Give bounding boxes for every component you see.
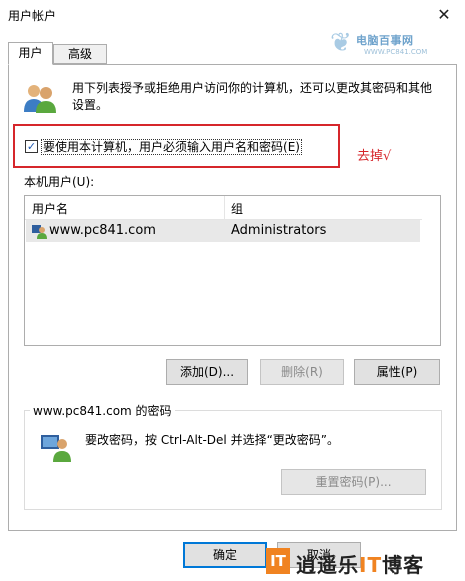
password-instructions: 要改密码，按 Ctrl-Alt-Del 并选择“更改密码”。: [85, 433, 340, 447]
tab-users[interactable]: 用户: [8, 42, 53, 65]
brand-text-post: 博客: [382, 553, 425, 577]
annotation-note: 去掉√: [357, 149, 392, 164]
watermark-brand: IT 逍遥乐IT博客: [266, 548, 465, 578]
password-group: [24, 410, 442, 510]
require-login-label[interactable]: 要使用本计算机，用户必须输入用户名和密码(E): [41, 138, 302, 155]
users-icon: [22, 82, 58, 114]
password-group-title: www.pc841.com 的密码: [30, 402, 175, 419]
table-row[interactable]: www.pc841.com Administrators: [26, 220, 420, 242]
user-row-icon: [31, 223, 47, 239]
tab-advanced[interactable]: 高级: [53, 44, 107, 64]
watermark-logo: ❦ 电脑百事网 WWW.PC841.COM: [330, 26, 448, 62]
remove-user-button[interactable]: 删除(R): [260, 359, 344, 385]
watermark-text: 电脑百事网: [356, 34, 414, 47]
checkmark-icon: ✓: [26, 140, 37, 153]
reset-password-button[interactable]: 重置密码(P)...: [281, 469, 426, 495]
brand-text: 逍遥乐IT博客: [296, 549, 424, 578]
column-header-username[interactable]: 用户名: [32, 200, 68, 217]
brand-text-it: IT: [359, 553, 383, 577]
add-user-button[interactable]: 添加(D)...: [166, 359, 248, 385]
intro-text: 用下列表授予或拒绝用户访问你的计算机，还可以更改其密码和其他设置。: [72, 81, 433, 112]
users-listview[interactable]: 用户名 组 www.pc841.com Administrators: [24, 195, 441, 346]
require-login-checkbox[interactable]: ✓: [25, 140, 38, 153]
column-divider[interactable]: [224, 196, 225, 220]
listview-header: 用户名 组: [25, 196, 422, 220]
users-list-label: 本机用户(U):: [24, 175, 95, 189]
close-icon[interactable]: ✕: [433, 4, 455, 26]
user-name-cell: www.pc841.com: [49, 223, 156, 238]
require-login-hotkey: (E): [283, 140, 300, 154]
password-user-icon: [40, 432, 74, 462]
require-login-text: 要使用本计算机，用户必须输入用户名和密码: [43, 140, 284, 154]
window-title: 用户帐户: [8, 9, 57, 23]
column-header-group[interactable]: 组: [231, 200, 243, 217]
wing-icon: ❦: [330, 28, 352, 58]
brand-badge-icon: IT: [266, 548, 290, 574]
watermark-subtext: WWW.PC841.COM: [364, 48, 428, 56]
ok-button[interactable]: 确定: [183, 542, 267, 568]
brand-text-pre: 逍遥乐: [296, 553, 359, 577]
user-group-cell: Administrators: [231, 223, 327, 238]
properties-button[interactable]: 属性(P): [354, 359, 440, 385]
